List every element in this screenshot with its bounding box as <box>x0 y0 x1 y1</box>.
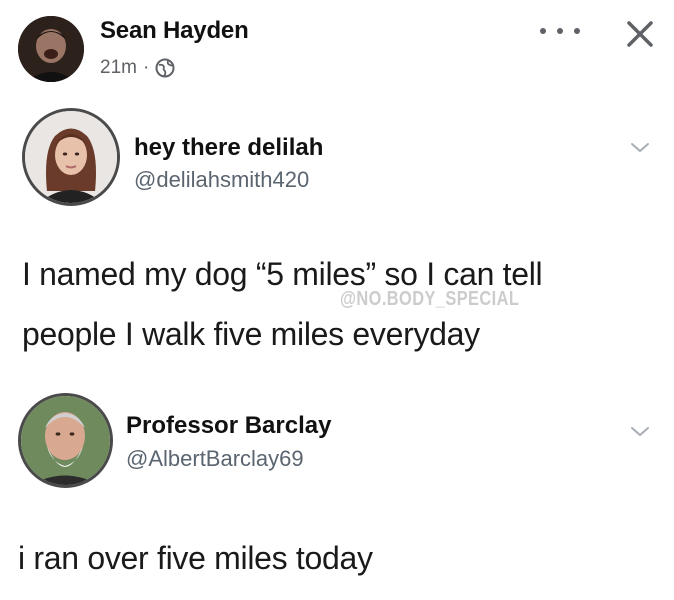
watermark: @NO.BODY_SPECIAL <box>340 288 520 310</box>
more-options-button[interactable] <box>540 18 580 44</box>
tweet-avatar <box>22 108 120 206</box>
more-horizontal-icon <box>540 28 546 34</box>
globe-icon <box>155 58 175 78</box>
chevron-down-icon[interactable] <box>628 140 652 156</box>
chevron-down-icon[interactable] <box>628 424 652 440</box>
post-meta: 21m · <box>100 57 175 79</box>
close-button[interactable] <box>620 14 660 54</box>
close-icon <box>627 21 653 47</box>
reply-avatar <box>18 393 113 488</box>
post-time[interactable]: 21m <box>100 57 137 79</box>
meta-separator: · <box>142 57 150 78</box>
reply-author-name[interactable]: Professor Barclay <box>126 412 331 440</box>
tweet-text-line-2: people I walk five miles everyday <box>22 316 480 352</box>
author-name[interactable]: Sean Hayden <box>100 17 249 45</box>
author-avatar[interactable] <box>18 16 84 82</box>
tweet-author-name[interactable]: hey there delilah <box>134 134 323 162</box>
reply-text: i ran over five miles today <box>18 540 373 576</box>
reply-author-handle[interactable]: @AlbertBarclay69 <box>126 446 304 472</box>
tweet-author-handle[interactable]: @delilahsmith420 <box>134 167 309 193</box>
